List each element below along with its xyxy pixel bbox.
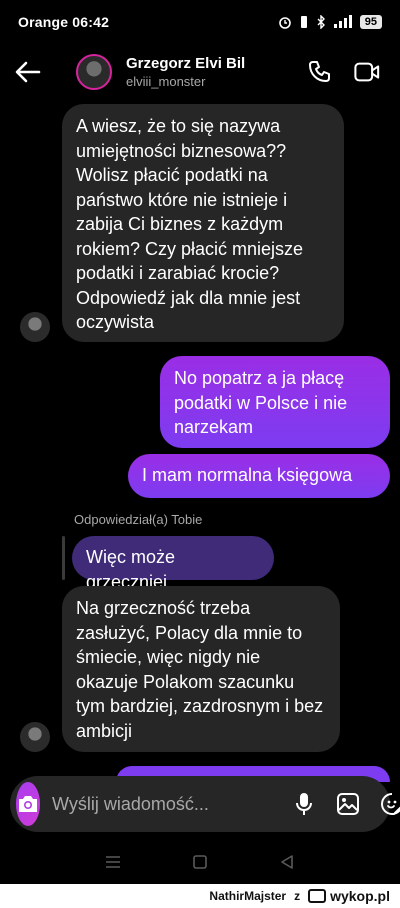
alarm-icon: [278, 17, 291, 29]
reply-caption: Odpowiedział(a) Tobie: [74, 512, 203, 527]
watermark-separator: z: [294, 889, 301, 903]
message-text: A wiesz, że to się nazywa umiejętności b…: [76, 116, 304, 332]
message-composer: [10, 776, 400, 832]
contact-info[interactable]: Grzegorz Elvi Bil elviii_monster: [126, 55, 306, 89]
quoted-text: Więc może grzeczniej: [86, 547, 176, 592]
contact-name: Grzegorz Elvi Bil: [126, 55, 246, 72]
arrow-left-icon: [15, 61, 41, 83]
bluetooth-icon: [317, 15, 325, 29]
reply-quote-line: [62, 536, 65, 580]
microphone-icon: [296, 793, 312, 815]
status-icons: 95: [278, 15, 382, 29]
audio-call-button[interactable]: [306, 59, 332, 85]
replied-message-quote[interactable]: Więc może grzeczniej: [72, 536, 274, 592]
camera-button[interactable]: [16, 782, 40, 826]
watermark-footer: NathirMajster z wykop.pl: [0, 884, 400, 908]
phone-icon: [309, 61, 330, 82]
triangle-back-icon: [280, 855, 293, 869]
status-bar: Orange 06:42 95: [0, 0, 400, 44]
watermark-site: wykop.pl: [330, 888, 390, 904]
avatar[interactable]: [20, 722, 50, 752]
message-text: No popatrz a ja płacę podatki w Polsce i…: [174, 368, 348, 437]
wykop-logo-icon: [308, 889, 327, 903]
image-icon: [337, 793, 359, 815]
avatar[interactable]: [20, 312, 50, 342]
chat-header: Grzegorz Elvi Bil elviii_monster: [0, 44, 400, 100]
gallery-button[interactable]: [336, 792, 360, 816]
back-button[interactable]: [0, 44, 56, 100]
system-navigation-bar: [0, 840, 400, 884]
signal-icon: [333, 15, 352, 28]
wykop-logo: wykop.pl: [308, 888, 390, 904]
carrier-time: Orange 06:42: [18, 14, 110, 30]
message-outgoing[interactable]: No popatrz a ja płacę podatki w Polsce i…: [160, 356, 390, 448]
composer-actions: [284, 792, 400, 816]
message-incoming[interactable]: A wiesz, że to się nazywa umiejętności b…: [62, 104, 344, 342]
sticker-icon: [381, 793, 400, 815]
video-camera-icon: [354, 62, 380, 82]
message-text: Na grzeczność trzeba zasłużyć, Polacy dl…: [76, 598, 324, 741]
battery-indicator: 95: [359, 15, 382, 29]
camera-icon: [19, 796, 37, 812]
menu-icon: [106, 856, 121, 868]
sticker-button[interactable]: [380, 792, 400, 816]
avatar[interactable]: [76, 54, 112, 90]
home-button[interactable]: [188, 850, 212, 874]
vibrate-icon: [300, 16, 307, 28]
message-text: I mam normalna księgowa: [142, 465, 353, 485]
watermark-user: NathirMajster: [209, 889, 287, 903]
voice-message-button[interactable]: [292, 792, 316, 816]
message-incoming[interactable]: Na grzeczność trzeba zasłużyć, Polacy dl…: [62, 586, 340, 752]
contact-username: elviii_monster: [126, 74, 206, 89]
call-actions: [306, 59, 400, 85]
message-outgoing[interactable]: I mam normalna księgowa: [128, 454, 390, 498]
message-input[interactable]: [52, 793, 284, 815]
nav-back-button[interactable]: [275, 850, 299, 874]
recent-apps-button[interactable]: [101, 850, 125, 874]
video-call-button[interactable]: [354, 59, 380, 85]
square-icon: [193, 855, 207, 869]
